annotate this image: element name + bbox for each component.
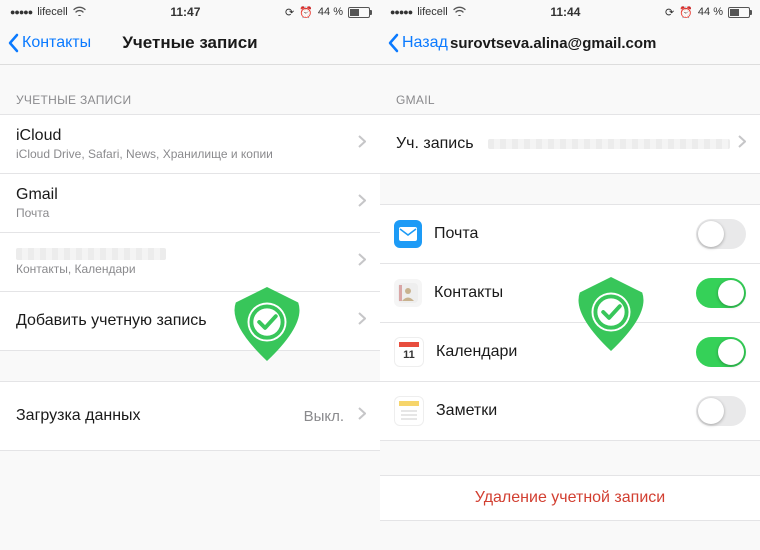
account-title: iCloud <box>16 127 350 145</box>
contacts-icon <box>394 279 422 307</box>
account-icloud[interactable]: iCloud iCloud Drive, Safari, News, Храни… <box>0 115 380 174</box>
nav-bar: Назад surovtseva.alina@gmail.com <box>380 22 760 65</box>
services-list: Почта Контакты 11 Календари <box>380 204 760 441</box>
calendar-icon: 11 <box>394 337 424 367</box>
service-mail: Почта <box>380 205 760 264</box>
status-bar: ●●●●● lifecell 11:44 ⟳ ⏰ 44 % <box>380 0 760 22</box>
service-label: Контакты <box>434 284 696 302</box>
carrier-label: lifecell <box>417 6 448 18</box>
account-label: Уч. запись <box>396 135 474 153</box>
account-subtitle: Почта <box>16 206 350 220</box>
battery-percent: 44 % <box>318 6 343 18</box>
service-label: Почта <box>434 225 696 243</box>
alarm-icon: ⏰ <box>299 6 313 19</box>
screen-accounts: ●●●●● lifecell 11:47 ⟳ ⏰ 44 % Контакты У… <box>0 0 380 550</box>
service-notes: Заметки <box>380 382 760 440</box>
battery-icon <box>728 7 750 18</box>
add-account[interactable]: Добавить учетную запись <box>0 292 380 350</box>
service-contacts: Контакты <box>380 264 760 323</box>
section-header-gmail: GMAIL <box>380 65 760 114</box>
account-title: Gmail <box>16 186 350 204</box>
wifi-icon <box>453 6 466 19</box>
chevron-right-icon <box>358 312 366 330</box>
account-other[interactable]: Контакты, Календари <box>0 233 380 292</box>
chevron-right-icon <box>358 194 366 212</box>
service-label: Заметки <box>436 402 696 420</box>
service-label: Календари <box>436 343 696 361</box>
account-gmail[interactable]: Gmail Почта <box>0 174 380 233</box>
account-subtitle: iCloud Drive, Safari, News, Хранилище и … <box>16 147 350 161</box>
clock: 11:47 <box>170 5 200 19</box>
rotation-lock-icon: ⟳ <box>285 6 294 19</box>
clock: 11:44 <box>550 5 580 19</box>
back-label: Контакты <box>22 34 91 52</box>
signal-icon: ●●●●● <box>390 7 412 17</box>
alarm-icon: ⏰ <box>679 6 693 19</box>
fetch-cell[interactable]: Загрузка данных Выкл. <box>0 382 380 450</box>
battery-percent: 44 % <box>698 6 723 18</box>
chevron-right-icon <box>358 135 366 153</box>
carrier-label: lifecell <box>37 6 68 18</box>
nav-bar: Контакты Учетные записи <box>0 22 380 65</box>
mail-icon <box>394 220 422 248</box>
svg-text:11: 11 <box>403 349 415 361</box>
screen-gmail-account: ●●●●● lifecell 11:44 ⟳ ⏰ 44 % Назад suro… <box>380 0 760 550</box>
toggle-calendars[interactable] <box>696 337 746 367</box>
notes-icon <box>394 396 424 426</box>
chevron-left-icon <box>6 33 20 53</box>
fetch-value: Выкл. <box>304 408 344 425</box>
nav-title: surovtseva.alina@gmail.com <box>450 35 752 52</box>
account-info: Уч. запись <box>380 114 760 174</box>
back-label: Назад <box>402 34 448 52</box>
back-button[interactable]: Контакты <box>0 33 91 53</box>
section-header-accounts: УЧЕТНЫЕ ЗАПИСИ <box>0 65 380 114</box>
status-bar: ●●●●● lifecell 11:47 ⟳ ⏰ 44 % <box>0 0 380 22</box>
chevron-right-icon <box>358 407 366 425</box>
redacted-text <box>488 139 730 149</box>
account-subtitle: Контакты, Календари <box>16 262 350 276</box>
chevron-left-icon <box>386 33 400 53</box>
toggle-contacts[interactable] <box>696 278 746 308</box>
chevron-right-icon <box>358 253 366 271</box>
service-calendars: 11 Календари <box>380 323 760 382</box>
toggle-notes[interactable] <box>696 396 746 426</box>
redacted-text <box>16 248 166 260</box>
add-account-label: Добавить учетную запись <box>16 312 350 330</box>
wifi-icon <box>73 6 86 19</box>
account-email-cell[interactable]: Уч. запись <box>380 115 760 173</box>
fetch-section: Загрузка данных Выкл. <box>0 381 380 451</box>
toggle-mail[interactable] <box>696 219 746 249</box>
rotation-lock-icon: ⟳ <box>665 6 674 19</box>
chevron-right-icon <box>738 135 746 153</box>
delete-account-button[interactable]: Удаление учетной записи <box>380 475 760 521</box>
fetch-label: Загрузка данных <box>16 407 304 425</box>
signal-icon: ●●●●● <box>10 7 32 17</box>
accounts-list: iCloud iCloud Drive, Safari, News, Храни… <box>0 114 380 351</box>
back-button[interactable]: Назад <box>380 33 448 53</box>
battery-icon <box>348 7 370 18</box>
